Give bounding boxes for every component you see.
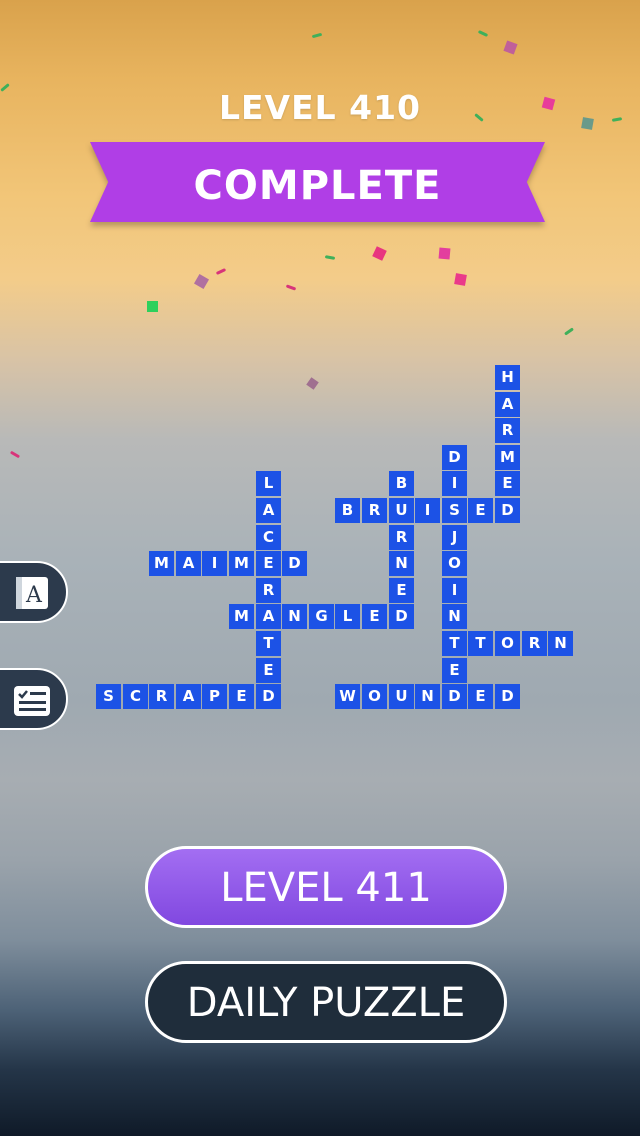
- letter-tile: I: [202, 551, 227, 576]
- letter-tile: R: [256, 578, 281, 603]
- letter-tile: D: [256, 684, 281, 709]
- letter-tile: E: [389, 578, 414, 603]
- letter-tile: E: [495, 471, 520, 496]
- dictionary-button[interactable]: A: [0, 561, 68, 623]
- letter-tile: I: [415, 498, 440, 523]
- letter-tile: I: [442, 578, 467, 603]
- letter-tile: L: [256, 471, 281, 496]
- letter-tile: E: [362, 604, 387, 629]
- letter-tile: T: [468, 631, 493, 656]
- letter-tile: L: [335, 604, 360, 629]
- letter-tile: G: [309, 604, 334, 629]
- confetti-piece: [306, 377, 319, 390]
- letter-tile: N: [548, 631, 573, 656]
- daily-puzzle-button[interactable]: DAILY PUZZLE: [145, 961, 507, 1043]
- confetti-streamer: [285, 284, 297, 291]
- letter-tile: M: [495, 445, 520, 470]
- letter-tile: E: [256, 551, 281, 576]
- confetti-streamer: [215, 268, 227, 275]
- letter-tile: B: [335, 498, 360, 523]
- confetti-streamer: [311, 32, 323, 39]
- letter-tile: R: [389, 525, 414, 550]
- letter-tile: R: [495, 418, 520, 443]
- letter-tile: A: [176, 551, 201, 576]
- letter-tile: T: [256, 631, 281, 656]
- next-level-button[interactable]: LEVEL 411: [145, 846, 507, 928]
- letter-tile: W: [335, 684, 360, 709]
- letter-tile: O: [362, 684, 387, 709]
- dictionary-letter: A: [25, 583, 43, 608]
- letter-tile: E: [256, 658, 281, 683]
- letter-tile: D: [389, 604, 414, 629]
- confetti-piece: [503, 40, 518, 55]
- letter-tile: C: [256, 525, 281, 550]
- checklist-icon: [12, 680, 52, 724]
- letter-tile: H: [495, 365, 520, 390]
- dictionary-icon: A: [12, 573, 52, 617]
- letter-tile: A: [256, 498, 281, 523]
- letter-tile: D: [495, 498, 520, 523]
- letter-tile: J: [442, 525, 467, 550]
- confetti-streamer: [9, 450, 21, 459]
- letter-tile: P: [202, 684, 227, 709]
- confetti-piece: [438, 247, 451, 260]
- letter-tile: E: [468, 498, 493, 523]
- confetti-piece: [147, 301, 158, 312]
- confetti-streamer: [564, 327, 574, 336]
- confetti-piece: [193, 273, 210, 290]
- letter-tile: S: [442, 498, 467, 523]
- letter-tile: D: [495, 684, 520, 709]
- letter-tile: M: [229, 551, 254, 576]
- banner-text: COMPLETE: [193, 163, 442, 209]
- confetti-piece: [372, 246, 387, 261]
- letter-tile: D: [442, 445, 467, 470]
- letter-tile: B: [389, 471, 414, 496]
- letter-tile: A: [495, 392, 520, 417]
- letter-tile: C: [123, 684, 148, 709]
- letter-tile: D: [442, 684, 467, 709]
- letter-tile: N: [389, 551, 414, 576]
- letter-tile: E: [229, 684, 254, 709]
- letter-tile: O: [495, 631, 520, 656]
- letter-tile: A: [256, 604, 281, 629]
- letter-tile: N: [282, 604, 307, 629]
- letter-tile: U: [389, 498, 414, 523]
- letter-tile: O: [442, 551, 467, 576]
- letter-tile: T: [442, 631, 467, 656]
- letter-tile: R: [362, 498, 387, 523]
- confetti-piece: [454, 273, 467, 286]
- confetti-streamer: [477, 30, 489, 37]
- letter-tile: U: [389, 684, 414, 709]
- letter-tile: M: [229, 604, 254, 629]
- letter-tile: N: [415, 684, 440, 709]
- complete-banner: COMPLETE: [90, 142, 545, 222]
- letter-tile: M: [149, 551, 174, 576]
- tasks-button[interactable]: [0, 668, 68, 730]
- letter-tile: R: [149, 684, 174, 709]
- letter-tile: I: [442, 471, 467, 496]
- letter-tile: S: [96, 684, 121, 709]
- confetti-streamer: [324, 255, 336, 260]
- letter-tile: A: [176, 684, 201, 709]
- letter-tile: N: [442, 604, 467, 629]
- letter-tile: E: [442, 658, 467, 683]
- level-title: LEVEL 410: [218, 88, 422, 127]
- letter-tile: R: [522, 631, 547, 656]
- letter-tile: E: [468, 684, 493, 709]
- letter-tile: D: [282, 551, 307, 576]
